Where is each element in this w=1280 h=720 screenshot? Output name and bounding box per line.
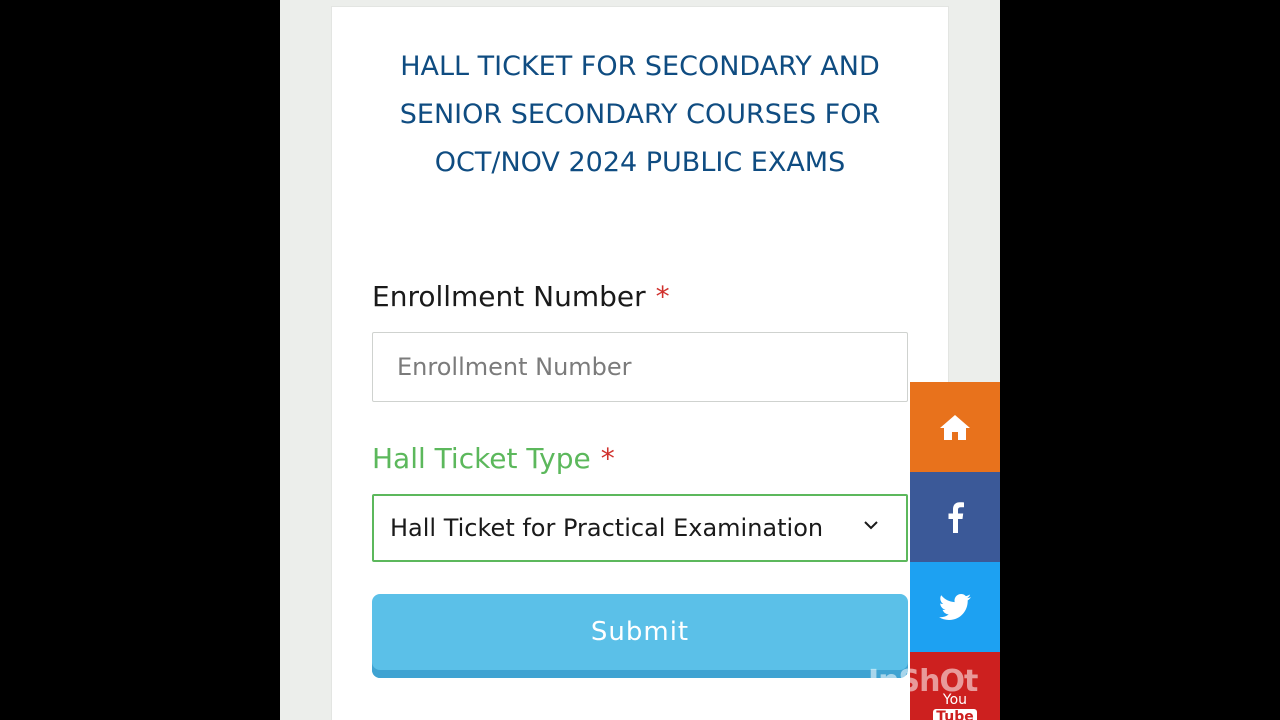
hall-ticket-type-label-text: Hall Ticket Type [372,442,591,475]
hall-ticket-type-select[interactable]: Hall Ticket for Practical Examination [372,494,908,562]
enrollment-number-label: Enrollment Number * [372,279,670,315]
enrollment-number-input[interactable] [372,332,908,402]
facebook-icon [948,502,964,533]
youtube-tube-text: Tube [933,709,977,720]
chevron-down-icon [864,521,878,530]
enrollment-number-label-text: Enrollment Number [372,280,646,313]
home-icon [940,415,970,440]
twitter-button[interactable] [910,562,1000,652]
browser-viewport: HALL TICKET FOR SECONDARY AND SENIOR SEC… [280,0,1000,720]
submit-button[interactable]: Submit [372,594,908,678]
page-title: HALL TICKET FOR SECONDARY AND SENIOR SEC… [399,51,881,178]
required-asterisk: * [600,442,615,475]
facebook-button[interactable] [910,472,1000,562]
home-button[interactable] [910,382,1000,472]
twitter-icon [939,594,971,620]
hall-ticket-form-card: HALL TICKET FOR SECONDARY AND SENIOR SEC… [331,6,949,720]
hall-ticket-type-selected-value: Hall Ticket for Practical Examination [390,514,824,542]
required-asterisk: * [655,280,670,313]
inshot-watermark: InShOt [868,664,978,699]
hall-ticket-type-label: Hall Ticket Type * [372,441,615,477]
